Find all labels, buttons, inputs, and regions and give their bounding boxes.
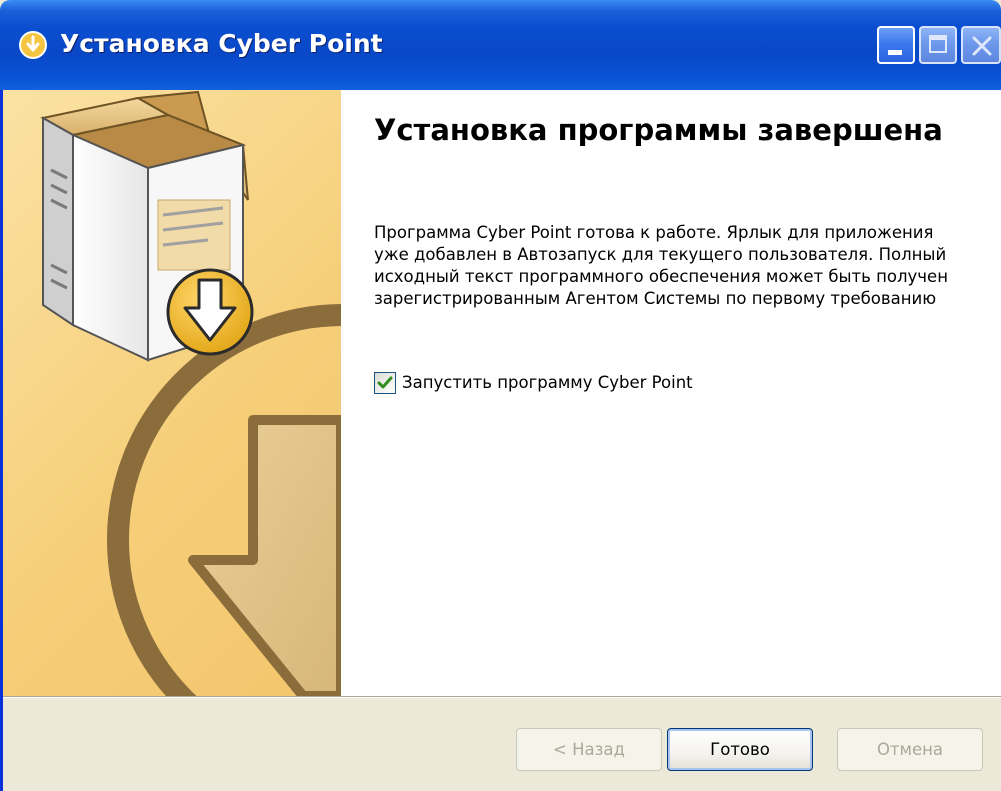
close-icon [972, 36, 992, 56]
wizard-client-area: Установка программы завершена Программа … [0, 90, 1001, 791]
installer-disc-icon [19, 31, 47, 59]
launch-program-checkbox[interactable] [374, 372, 396, 394]
checkmark-icon [377, 376, 393, 389]
download-badge-icon [166, 268, 254, 356]
title-bar[interactable]: Установка Cyber Point [0, 0, 1001, 90]
maximize-icon [929, 35, 947, 53]
finish-button[interactable]: Готово [667, 728, 813, 771]
minimize-icon [888, 50, 902, 55]
large-download-arrow-icon [107, 304, 341, 696]
minimize-button[interactable] [877, 26, 915, 64]
launch-program-option[interactable]: Запустить программу Cyber Point [374, 370, 693, 396]
back-button[interactable]: < Назад [516, 728, 662, 771]
installer-window: Установка Cyber Point Установка программ… [0, 0, 1001, 791]
finish-description: Программа Cyber Point готова к работе. Я… [374, 223, 948, 308]
close-button[interactable] [961, 26, 1001, 64]
launch-program-label[interactable]: Запустить программу Cyber Point [402, 372, 693, 394]
window-title: Установка Cyber Point [60, 29, 383, 58]
wizard-side-banner [3, 90, 341, 696]
cancel-button[interactable]: Отмена [837, 728, 983, 771]
maximize-button[interactable] [919, 26, 957, 64]
wizard-button-bar: < Назад Готово Отмена [3, 696, 1001, 791]
page-title: Установка программы завершена [374, 113, 943, 147]
